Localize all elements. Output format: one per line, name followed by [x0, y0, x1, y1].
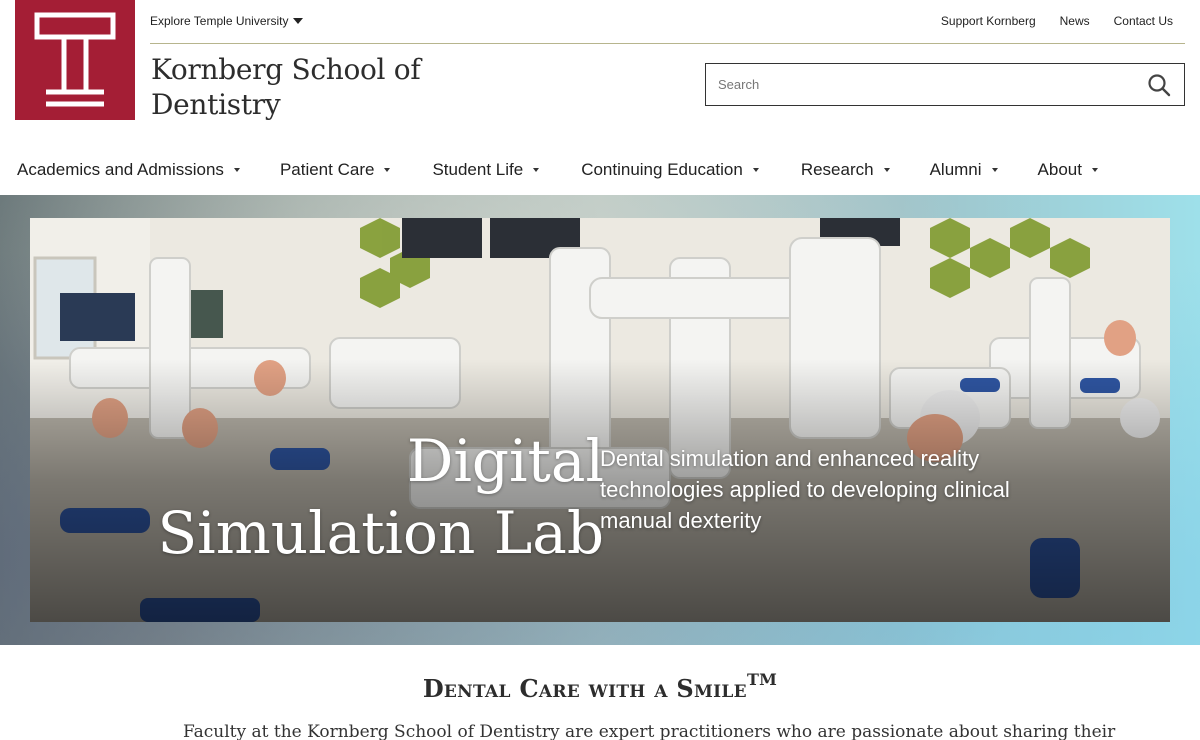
- dropdown-arrow-icon: [991, 168, 998, 172]
- support-kornberg-link[interactable]: Support Kornberg: [941, 14, 1036, 28]
- intro-paragraph: Faculty at the Kornberg School of Dentis…: [183, 722, 1116, 740]
- hero-title: Digital Simulation Lab: [157, 425, 604, 569]
- nav-label: Alumni: [929, 160, 982, 179]
- tagline-heading: Dental Care with a SmileTM: [0, 670, 1200, 703]
- nav-label: Student Life: [432, 160, 524, 179]
- dropdown-arrow-icon: [883, 168, 890, 172]
- main-nav: Academics and Admissions Patient Care St…: [17, 160, 1098, 180]
- header-divider: [150, 43, 1185, 44]
- nav-label: Academics and Admissions: [17, 160, 224, 179]
- nav-label: Patient Care: [279, 160, 375, 179]
- hero-title-line2: Simulation Lab: [157, 499, 604, 567]
- dropdown-arrow-icon: [1091, 168, 1098, 172]
- hero-subtitle: Dental simulation and enhanced reality t…: [600, 446, 1010, 533]
- nav-about[interactable]: About: [1038, 160, 1098, 180]
- news-link[interactable]: News: [1060, 14, 1090, 28]
- dropdown-arrow-icon: [752, 168, 759, 172]
- nav-research[interactable]: Research: [801, 160, 890, 180]
- trademark-mark: TM: [746, 670, 778, 689]
- caret-down-icon: [292, 18, 303, 24]
- nav-alumni[interactable]: Alumni: [930, 160, 998, 180]
- nav-continuing-education[interactable]: Continuing Education: [581, 160, 759, 180]
- school-name[interactable]: Kornberg School of Dentistry: [151, 52, 451, 122]
- utility-nav: Support Kornberg News Contact Us: [941, 14, 1173, 28]
- search-button[interactable]: [1134, 64, 1184, 105]
- dropdown-arrow-icon: [533, 168, 540, 172]
- tagline-text: Dental Care with a Smile: [422, 674, 747, 703]
- nav-label: Continuing Education: [581, 160, 743, 179]
- nav-student-life[interactable]: Student Life: [432, 160, 540, 180]
- temple-logo[interactable]: [15, 0, 135, 120]
- hero-title-line1: Digital: [406, 427, 604, 495]
- nav-label: About: [1037, 160, 1082, 179]
- nav-label: Research: [800, 160, 874, 179]
- contact-us-link[interactable]: Contact Us: [1114, 14, 1173, 28]
- school-name-line2: Dentistry: [151, 88, 281, 121]
- temple-t-icon: [34, 12, 116, 107]
- explore-label: Explore Temple University: [150, 14, 289, 28]
- explore-temple-dropdown[interactable]: Explore Temple University: [150, 14, 303, 28]
- dropdown-arrow-icon: [233, 168, 240, 172]
- nav-patient-care[interactable]: Patient Care: [280, 160, 391, 180]
- dropdown-arrow-icon: [384, 168, 391, 172]
- school-name-line1: Kornberg School of: [151, 53, 421, 86]
- search-box: [705, 63, 1185, 106]
- search-input[interactable]: [706, 64, 1134, 105]
- search-icon: [1148, 73, 1171, 96]
- nav-academics-admissions[interactable]: Academics and Admissions: [17, 160, 240, 180]
